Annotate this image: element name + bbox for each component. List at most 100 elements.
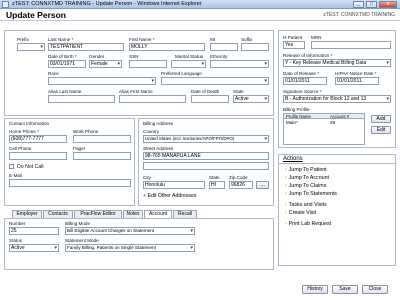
work-phone-input[interactable] xyxy=(73,135,131,143)
last-name-label: Last Name * xyxy=(48,37,74,42)
window-titlebar: zTEST: CONNXTMD TRAINING - Update Person… xyxy=(0,0,400,9)
city-label: City xyxy=(143,175,151,180)
dor-input[interactable]: 01/01/2011 xyxy=(283,77,327,85)
tab-pracflow-editor[interactable]: PracFlow Editor xyxy=(74,210,122,218)
actions-header: Actions xyxy=(279,155,395,164)
mrn-input[interactable] xyxy=(311,41,391,49)
account-number-input[interactable]: 25 xyxy=(9,227,59,235)
ethnicity-label: Ethnicity xyxy=(210,54,228,59)
billing-profile-label: Billing Profile xyxy=(283,107,310,112)
language-select[interactable] xyxy=(161,77,269,85)
account-number-label: Number xyxy=(9,221,26,226)
contact-section-title: Contact Information xyxy=(9,121,50,126)
edit-profile-button[interactable]: Edit xyxy=(371,126,391,134)
edit-other-addresses-link[interactable]: + Edit Other Addresses xyxy=(143,193,197,199)
print-lab-request-link[interactable]: › Print Lab Request xyxy=(285,221,331,227)
pager-label: Pager xyxy=(73,146,86,151)
first-name-label: First Name * xyxy=(129,37,155,42)
ethnicity-select[interactable] xyxy=(210,60,269,68)
suffix-label: Suffix xyxy=(241,37,253,42)
profile-name-cell: Main* xyxy=(286,120,298,125)
close-button[interactable]: Close xyxy=(362,285,388,294)
edit-other-addresses-label: Edit Other Addresses xyxy=(147,193,197,199)
country-select[interactable]: United States (incl. territories/APO/FPO… xyxy=(143,135,269,143)
tab-contacts[interactable]: Contacts xyxy=(43,210,73,218)
hipaa-input[interactable]: 01/01/2011 xyxy=(335,77,379,85)
street-input-2[interactable] xyxy=(143,162,269,170)
marital-select[interactable] xyxy=(171,60,206,68)
country-label: Country xyxy=(143,129,160,134)
dod-label: Date of Death xyxy=(191,89,220,94)
page-header: Update Person zTEST: CONNXTMD TRAINING xyxy=(0,9,400,21)
state-input[interactable]: HI xyxy=(209,181,225,189)
gender-select[interactable]: Female xyxy=(89,60,122,68)
jump-to-claims-link[interactable]: › Jump To Claims xyxy=(285,183,326,189)
statement-mode-select[interactable]: Family Billing, Patients on Single State… xyxy=(65,244,195,252)
zip-lookup-button[interactable]: … xyxy=(256,181,269,189)
pager-input[interactable] xyxy=(73,152,131,160)
tasks-and-visits-link[interactable]: › Tasks and Visits xyxy=(285,202,327,208)
dod-input[interactable] xyxy=(191,95,229,103)
history-button[interactable]: History xyxy=(302,285,328,294)
person-state-select[interactable]: Active xyxy=(233,95,269,103)
zip-input[interactable]: 96826 xyxy=(229,181,253,189)
dor-label: Date of Release * xyxy=(283,71,320,76)
maximize-icon[interactable]: □ xyxy=(366,1,377,8)
arrow-icon: › xyxy=(285,167,287,173)
billing-mode-select[interactable]: Bill Eligible Account Charges on Stateme… xyxy=(65,227,195,235)
roi-select[interactable]: Y - Key Release Medical Billing Data xyxy=(283,59,391,67)
roi-label: Release of Information * xyxy=(283,53,333,58)
do-not-call-checkbox[interactable] xyxy=(9,164,14,169)
is-patient-value[interactable]: Yes xyxy=(283,41,305,49)
cell-phone-input[interactable] xyxy=(9,152,67,160)
email-input[interactable] xyxy=(9,179,131,187)
alias-first-label: Alias First Name xyxy=(119,89,153,94)
suffix-input[interactable] xyxy=(241,43,269,51)
prefix-select[interactable] xyxy=(17,43,45,51)
alias-last-input[interactable] xyxy=(48,95,115,103)
home-phone-label: Home Phone * xyxy=(9,129,39,134)
alias-first-input[interactable] xyxy=(119,95,186,103)
work-phone-label: Work Phone xyxy=(73,129,99,134)
contact-panel: Contact Information Home Phone * (608)77… xyxy=(4,118,135,206)
jump-to-account-link[interactable]: › Jump To Account xyxy=(285,175,329,181)
jump-to-statements-link[interactable]: › Jump To Statements xyxy=(285,191,337,197)
tab-notes[interactable]: Notes xyxy=(123,210,143,218)
billing-profile-header: Profile Name Account # xyxy=(283,113,365,119)
create-visit-link[interactable]: › Create Visit xyxy=(285,210,316,216)
close-window-icon[interactable]: ✕ xyxy=(379,1,397,8)
tab-recall[interactable]: Recall xyxy=(173,210,197,218)
person-panel: Prefix Last Name * TESTPATIENT First Nam… xyxy=(4,30,274,116)
signature-select[interactable]: B - Authorization for Block 12 and 13 xyxy=(283,95,391,103)
arrow-icon: › xyxy=(285,210,287,216)
prefix-label: Prefix xyxy=(17,37,29,42)
account-status-label: Status xyxy=(9,238,23,243)
add-profile-button[interactable]: Add xyxy=(371,115,391,123)
ssn-input[interactable] xyxy=(129,60,167,68)
tab-employer[interactable]: Employer xyxy=(12,210,42,218)
environment-label: zTEST: CONNXTMD TRAINING xyxy=(323,12,395,18)
last-name-input[interactable]: TESTPATIENT xyxy=(48,43,124,51)
state-label: State xyxy=(209,175,220,180)
table-row[interactable]: Main* 25 xyxy=(284,120,364,126)
mi-label: MI xyxy=(210,37,216,42)
billing-profile-table: Profile Name Account # Main* 25 xyxy=(283,113,365,145)
jump-to-patient-link[interactable]: › Jump To Patient xyxy=(285,167,327,173)
arrow-icon: › xyxy=(285,221,287,227)
person-state-label: State xyxy=(233,89,244,94)
street-input[interactable]: 98-765 MANAPUA LANE xyxy=(143,152,269,160)
race-select[interactable] xyxy=(48,77,156,85)
mi-input[interactable] xyxy=(210,43,238,51)
window-title: zTEST: CONNXTMD TRAINING - Update Person… xyxy=(12,1,202,7)
home-phone-input[interactable]: (608)777-7777 xyxy=(9,135,67,143)
city-input[interactable]: Honolulu xyxy=(143,181,205,189)
save-button[interactable]: Save xyxy=(332,285,358,294)
dob-input[interactable]: 03/01/1971 xyxy=(48,60,86,68)
signature-label: Signature Source * xyxy=(283,89,322,94)
first-name-input[interactable]: MOLLY xyxy=(129,43,205,51)
account-status-select[interactable]: Active xyxy=(9,244,59,252)
jump-to-account-label: Jump To Account xyxy=(288,175,330,181)
actions-title: Actions xyxy=(283,156,303,162)
minimize-icon[interactable]: _ xyxy=(353,1,364,8)
page-title: Update Person xyxy=(6,10,66,20)
